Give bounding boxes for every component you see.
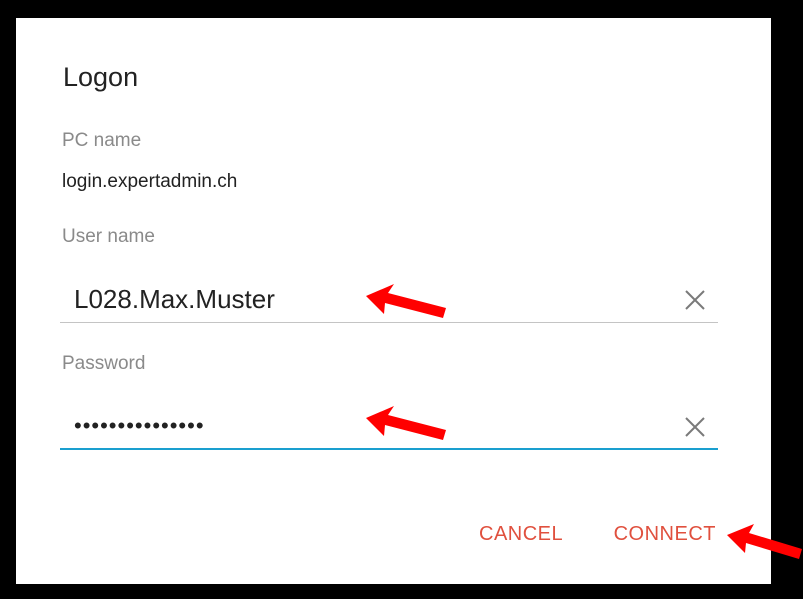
pc-name-value: login.expertadmin.ch [62, 171, 238, 192]
password-clear-button[interactable] [682, 414, 708, 440]
password-underline [60, 448, 718, 450]
pc-name-label: PC name [62, 130, 142, 151]
close-icon [685, 290, 705, 310]
close-icon [685, 417, 705, 437]
cancel-button[interactable]: CANCEL [479, 523, 563, 546]
arrow-annotation-connect [727, 524, 802, 559]
dialog-actions: CANCEL CONNECT [433, 523, 716, 546]
arrow-annotation-password [366, 406, 446, 440]
password-label: Password [62, 353, 146, 374]
arrow-annotation-username [366, 284, 446, 318]
username-clear-button[interactable] [682, 287, 708, 313]
dialog-title: Logon [63, 62, 139, 92]
username-label: User name [62, 226, 155, 247]
connect-button[interactable]: CONNECT [614, 523, 716, 546]
